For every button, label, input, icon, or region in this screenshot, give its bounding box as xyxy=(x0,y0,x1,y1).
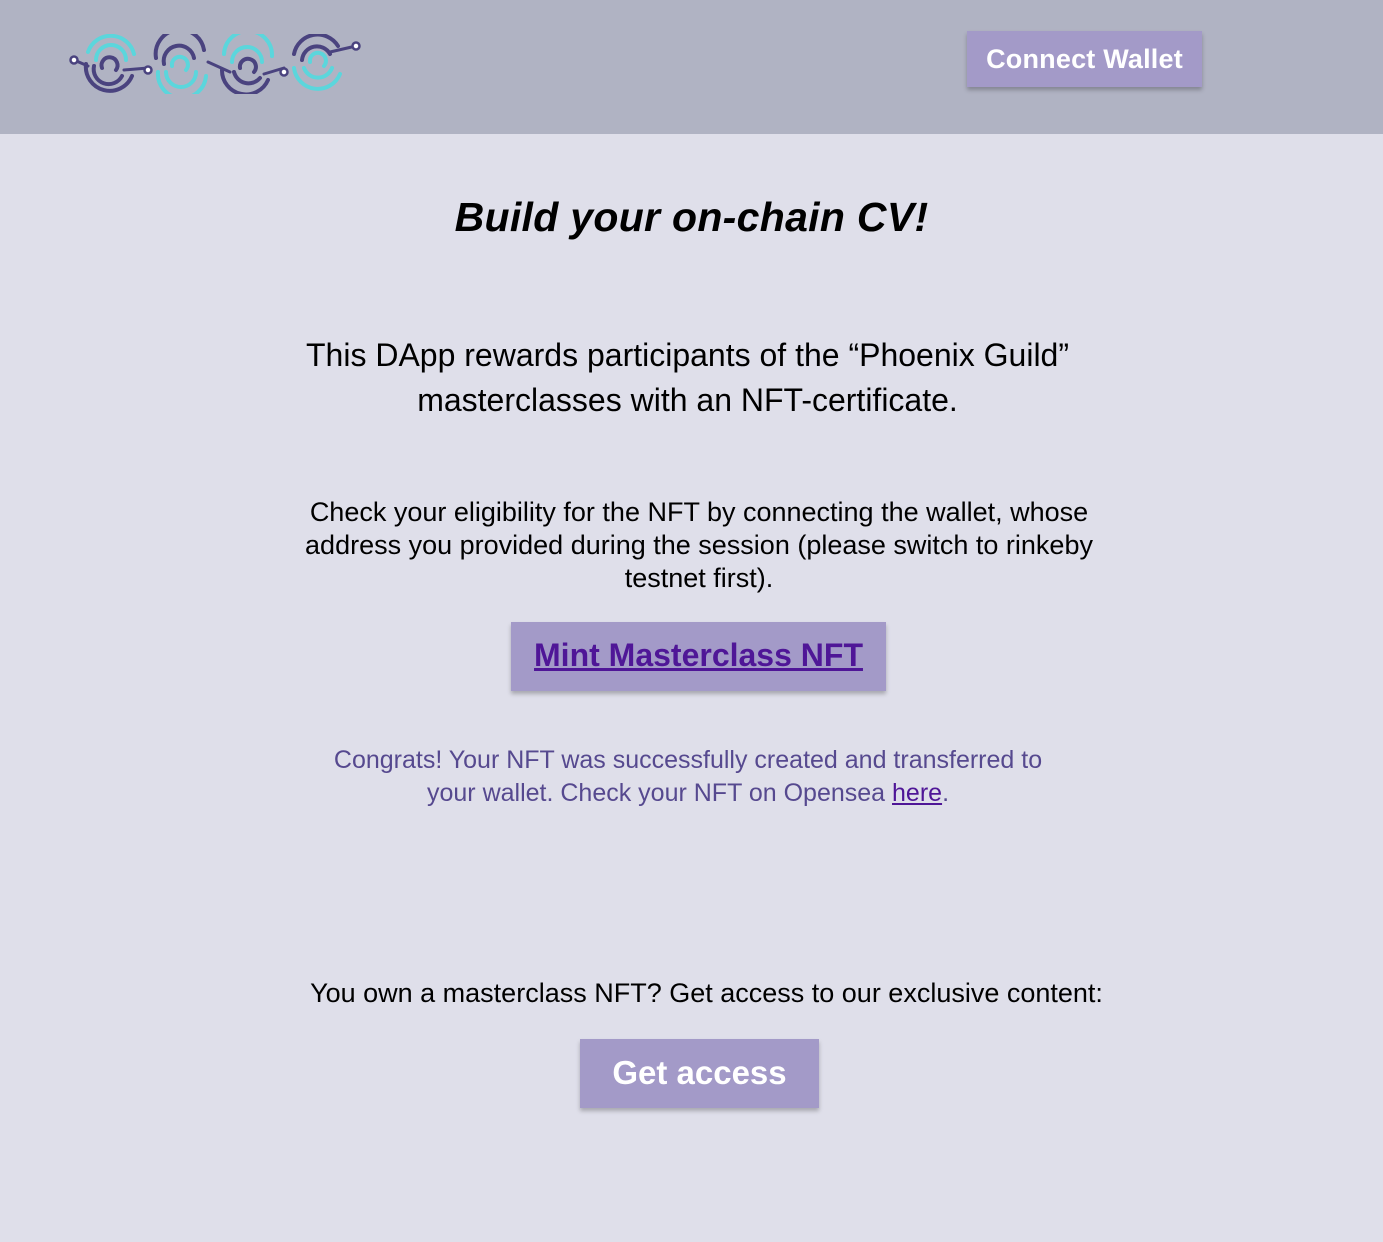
intro-text: This DApp rewards participants of the “P… xyxy=(305,337,1069,418)
page-title: Build your on-chain CV! xyxy=(454,194,929,240)
connect-wallet-button[interactable]: Connect Wallet xyxy=(967,31,1202,87)
get-access-button[interactable]: Get access xyxy=(580,1039,819,1108)
mint-nft-link[interactable]: Mint Masterclass NFT xyxy=(534,637,863,673)
opensea-link[interactable]: here xyxy=(892,779,942,807)
top-header: Connect Wallet xyxy=(0,0,1383,134)
congrats-message: Congrats! Your NFT was successfully crea… xyxy=(310,744,1066,810)
congrats-end: . xyxy=(942,779,950,807)
exclusive-content-text: You own a masterclass NFT? Get access to… xyxy=(310,978,1103,1008)
phoenix-guild-logo-icon[interactable] xyxy=(68,34,364,94)
eligibility-text: Check your eligibility for the NFT by co… xyxy=(305,497,1093,593)
mint-nft-button[interactable]: Mint Masterclass NFT xyxy=(511,622,886,691)
